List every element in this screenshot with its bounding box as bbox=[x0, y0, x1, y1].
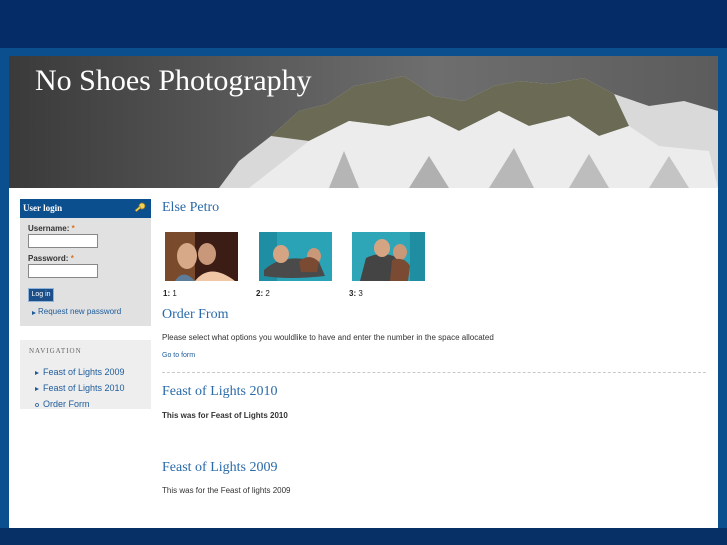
post-title-feast-of-lights-2010[interactable]: Feast of Lights 2010 bbox=[162, 384, 278, 400]
photo-3-image bbox=[352, 232, 425, 281]
caption-label: 1 bbox=[172, 289, 177, 298]
username-label-text: Username: bbox=[28, 224, 70, 233]
photo-1-image bbox=[165, 232, 238, 281]
required-mark: * bbox=[70, 254, 74, 263]
login-block-header: User login bbox=[20, 199, 151, 218]
login-block-title: User login bbox=[23, 203, 63, 213]
thumbnail-caption-3: 3: 3 bbox=[349, 289, 363, 298]
top-banner-bar bbox=[0, 0, 727, 48]
triangle-bullet-icon bbox=[35, 387, 39, 391]
triangle-bullet-icon bbox=[32, 311, 36, 315]
go-to-form-link[interactable]: Go to form bbox=[162, 352, 195, 359]
nav-item-order-form[interactable]: Order Form bbox=[43, 399, 90, 409]
content-divider bbox=[162, 372, 706, 373]
order-form-title[interactable]: Order From bbox=[162, 307, 229, 323]
username-label: Username: * bbox=[28, 224, 75, 233]
site-title[interactable]: No Shoes Photography bbox=[35, 64, 312, 98]
thumbnail-2[interactable] bbox=[259, 232, 332, 281]
thumbnail-3[interactable] bbox=[352, 232, 425, 281]
request-new-password-link[interactable]: Request new password bbox=[38, 307, 121, 316]
page-container: No Shoes Photography User login Username… bbox=[9, 56, 718, 528]
nav-item-feast-of-lights-2009[interactable]: Feast of Lights 2009 bbox=[43, 367, 125, 377]
caption-label: 3 bbox=[358, 289, 363, 298]
thumbnail-1[interactable] bbox=[165, 232, 238, 281]
post-body-feast-of-lights-2009: This was for the Feast of lights 2009 bbox=[162, 486, 291, 495]
key-icon bbox=[134, 202, 146, 213]
password-label: Password: * bbox=[28, 254, 74, 263]
caption-number: 2: bbox=[256, 289, 264, 298]
album-title[interactable]: Else Petro bbox=[162, 200, 219, 216]
password-input[interactable] bbox=[28, 264, 98, 278]
username-input[interactable] bbox=[28, 234, 98, 248]
nav-item-feast-of-lights-2010[interactable]: Feast of Lights 2010 bbox=[43, 383, 125, 393]
login-button[interactable]: Log in bbox=[28, 288, 54, 302]
required-mark: * bbox=[71, 224, 75, 233]
post-body-feast-of-lights-2010: This was for Feast of Lights 2010 bbox=[162, 411, 288, 420]
navigation-title: NAVIGATION bbox=[29, 347, 82, 355]
order-form-description: Please select what options you wouldlike… bbox=[162, 333, 494, 342]
circle-bullet-icon bbox=[35, 403, 39, 407]
site-header: No Shoes Photography bbox=[9, 56, 718, 188]
password-label-text: Password: bbox=[28, 254, 69, 263]
post-title-feast-of-lights-2009[interactable]: Feast of Lights 2009 bbox=[162, 460, 278, 476]
thumbnail-caption-1: 1: 1 bbox=[163, 289, 177, 298]
caption-label: 2 bbox=[265, 289, 270, 298]
caption-number: 1: bbox=[163, 289, 171, 298]
triangle-bullet-icon bbox=[35, 371, 39, 375]
bottom-strip bbox=[0, 528, 727, 545]
thumbnail-caption-2: 2: 2 bbox=[256, 289, 270, 298]
photo-2-image bbox=[259, 232, 332, 281]
caption-number: 3: bbox=[349, 289, 357, 298]
